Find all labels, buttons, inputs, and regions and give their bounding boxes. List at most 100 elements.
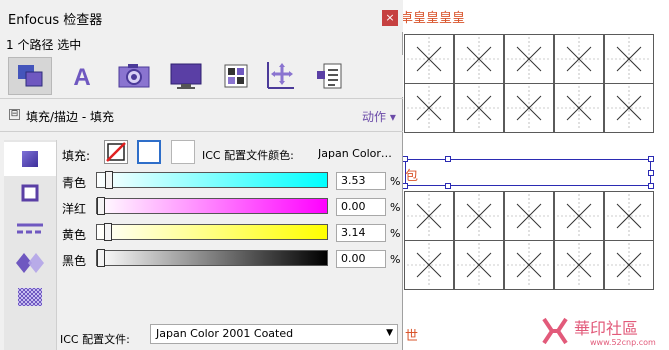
icc-profile-select[interactable]: Japan Color 2001 Coated ▼ (150, 324, 398, 344)
icc-color-value[interactable]: Japan Color… (318, 147, 398, 160)
white-swatch[interactable] (171, 140, 195, 164)
grid-cell (604, 34, 654, 84)
practice-grid-lines (557, 194, 601, 238)
document-list-icon (317, 63, 342, 89)
title-bar[interactable]: Enfocus 检查器 × (0, 0, 403, 32)
svg-text:A: A (73, 64, 90, 91)
toolbar-divider (0, 98, 403, 99)
grid-cell (454, 34, 504, 84)
actions-menu-button[interactable]: 动作 ▾ (362, 108, 396, 125)
selection-handle[interactable] (445, 156, 451, 162)
watermark-text: 華印社區 (574, 319, 639, 338)
slider-thumb[interactable] (105, 171, 113, 189)
cyan-slider[interactable] (96, 171, 328, 189)
selected-path-frame[interactable] (405, 159, 651, 186)
no-fill-swatch[interactable] (104, 140, 128, 164)
close-button[interactable]: × (382, 10, 398, 26)
blue-outline-swatch[interactable] (137, 140, 161, 164)
slider-thumb[interactable] (97, 249, 105, 267)
filled-square-icon (22, 151, 38, 167)
checker-pattern-icon (18, 288, 42, 306)
grid-cell (504, 191, 554, 241)
percent-unit: % (390, 175, 401, 188)
overlapping-squares-icon (18, 65, 43, 87)
practice-grid-lines (507, 86, 551, 130)
grid-cell (554, 83, 604, 133)
selection-handle[interactable] (648, 156, 654, 162)
grid-cell (504, 34, 554, 84)
magenta-slider[interactable] (96, 197, 328, 215)
grid-cell (604, 83, 654, 133)
practice-grid-lines (607, 194, 651, 238)
fill-label: 填充: (62, 149, 91, 163)
practice-grid-lines (457, 37, 501, 81)
tool-page-button[interactable] (164, 57, 208, 95)
percent-unit: % (390, 253, 401, 266)
percent-unit: % (390, 201, 401, 214)
selection-handle[interactable] (648, 170, 654, 176)
practice-grid-lines (607, 243, 651, 287)
practice-grid-lines (507, 194, 551, 238)
tool-text-button[interactable]: A (60, 57, 104, 95)
grid-cell (554, 191, 604, 241)
black-label: 黑色 (62, 254, 87, 268)
yellow-value-input[interactable]: 3.14 (336, 224, 386, 242)
grid-cell (454, 83, 504, 133)
tool-position-button[interactable] (258, 57, 302, 95)
tool-document-button[interactable] (308, 57, 352, 95)
practice-grid-lines (557, 243, 601, 287)
slider-thumb[interactable] (97, 197, 105, 215)
collapse-toggle[interactable]: ⊟ (9, 109, 20, 120)
practice-grid-lines (507, 37, 551, 81)
sidebar-item-blend[interactable] (4, 246, 56, 280)
black-slider[interactable] (96, 249, 328, 267)
fill-settings: 填充: ICC 配置文件颜色: Japan Color… 青色 3.53 % 洋… (60, 140, 400, 350)
magenta-label: 洋红 (62, 202, 87, 216)
grid-cell (604, 240, 654, 290)
practice-grid-lines (407, 243, 451, 287)
practice-grid-lines (507, 243, 551, 287)
inspector-toolbar: A (0, 55, 403, 97)
percent-unit: % (390, 227, 401, 240)
sidebar-item-stroke[interactable] (4, 176, 56, 210)
practice-grid-lines (607, 37, 651, 81)
grid-block-bottom (404, 191, 654, 290)
practice-grid-lines (557, 37, 601, 81)
practice-grid-lines (457, 243, 501, 287)
move-axes-icon (267, 62, 294, 89)
sidebar-item-fill[interactable] (4, 142, 56, 176)
grid-cell (604, 191, 654, 241)
selection-handle[interactable] (648, 183, 654, 189)
enfocus-inspector-panel: Enfocus 检查器 × 1 个路径 选中 A ⊟ 填充/描边 - 填充 动作… (0, 0, 403, 350)
tool-object-button[interactable] (8, 57, 52, 95)
black-value-input[interactable]: 0.00 (336, 250, 386, 268)
document-header-text: 卓皇皇皇皇 (400, 11, 466, 26)
tool-image-button[interactable] (112, 57, 156, 95)
magenta-value-input[interactable]: 0.00 (336, 198, 386, 216)
practice-grid-lines (607, 86, 651, 130)
document-middle-text: 包 (405, 169, 419, 184)
yellow-slider[interactable] (96, 223, 328, 241)
watermark-logo: 華印社區 www.52cnp.com (540, 313, 669, 350)
sidebar-item-pattern[interactable] (4, 280, 56, 314)
color-grid-icon (224, 64, 248, 88)
slider-thumb[interactable] (104, 223, 112, 241)
icc-profile-label: ICC 配置文件: (60, 333, 130, 346)
tool-color-button[interactable] (214, 57, 258, 95)
grid-block-top (404, 34, 654, 133)
dashed-lines-icon (17, 223, 43, 234)
practice-grid-lines (457, 194, 501, 238)
grid-cell (504, 240, 554, 290)
fill-stroke-sidebar (4, 140, 57, 350)
grid-cell (454, 240, 504, 290)
diamond-blend-icon (16, 253, 44, 273)
section-header: ⊟ 填充/描边 - 填充 动作 ▾ (0, 100, 403, 130)
no-fill-icon (106, 142, 126, 162)
document-footer-text: 世 (405, 329, 419, 344)
cyan-value-input[interactable]: 3.53 (336, 172, 386, 190)
sidebar-item-dash[interactable] (4, 212, 56, 246)
camera-icon (118, 64, 150, 88)
selection-handle[interactable] (445, 183, 451, 189)
selection-status: 1 个路径 选中 (6, 38, 82, 52)
dropdown-arrow-icon: ▼ (386, 328, 393, 338)
